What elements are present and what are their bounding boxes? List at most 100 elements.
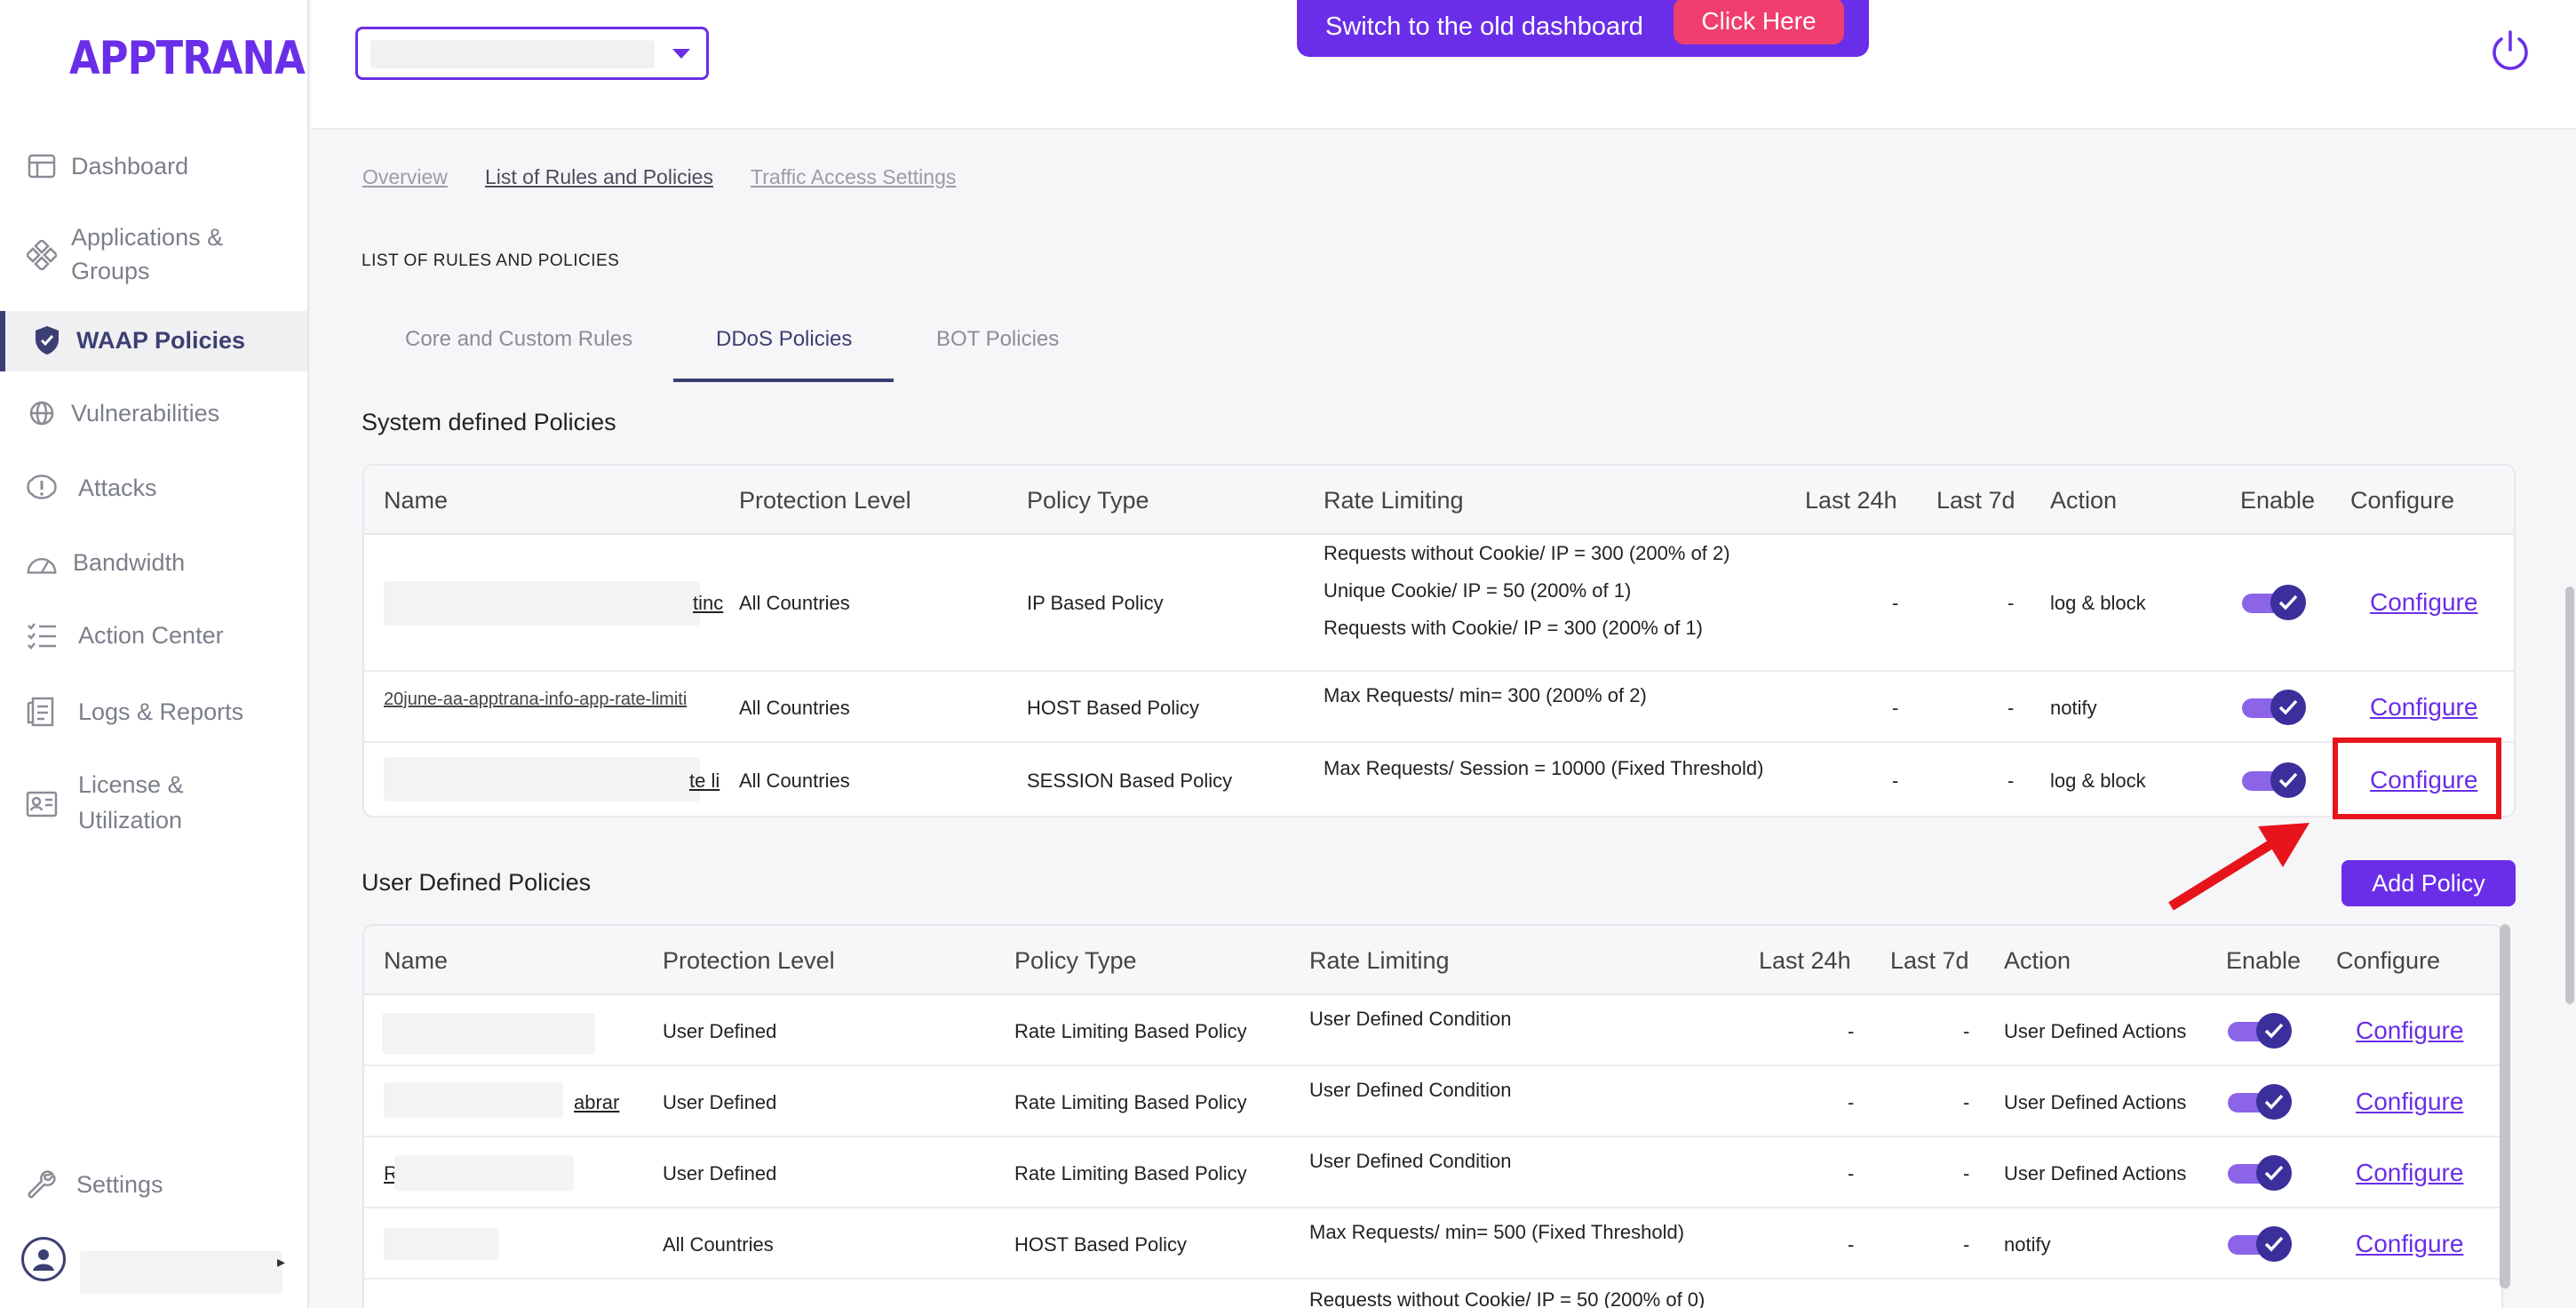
check-icon <box>2256 1226 2292 1262</box>
protection-level: User Defined <box>663 1162 777 1184</box>
last-24h: - <box>1848 1162 1855 1184</box>
column-header[interactable]: Last 7d <box>1936 487 2015 514</box>
column-header[interactable]: Rate Limiting <box>1324 487 1464 514</box>
enable-toggle[interactable] <box>2228 1013 2292 1049</box>
applications-icon <box>25 238 59 272</box>
avatar[interactable] <box>21 1237 66 1281</box>
active-tab-indicator <box>673 379 894 382</box>
policy-name-link[interactable]: te li <box>689 770 720 793</box>
column-header[interactable]: Name <box>384 947 448 975</box>
tab-bot-policies[interactable]: BOT Policies <box>936 327 1059 352</box>
selected-application-redacted <box>370 40 655 68</box>
bug-icon <box>25 396 59 430</box>
sidebar-item-action-center[interactable]: Action Center <box>0 618 307 652</box>
column-header[interactable]: Configure <box>2350 487 2454 514</box>
policy-name-link[interactable]: tinc <box>693 592 723 615</box>
policy-name-redacted <box>384 1228 499 1260</box>
configure-link[interactable]: Configure <box>2370 693 2477 722</box>
enable-toggle[interactable] <box>2228 1226 2292 1262</box>
sidebar-item-label: Vulnerabilities <box>71 400 220 427</box>
configure-link[interactable]: Configure <box>2356 1230 2463 1258</box>
app-root: APPTRANA Dashboard Applications & Groups… <box>0 0 2576 1308</box>
policy-type: Rate Limiting Based Policy <box>1014 1020 1247 1042</box>
configure-link[interactable]: Configure <box>2356 1159 2463 1187</box>
last-7d: - <box>2008 697 2015 719</box>
action: User Defined Actions <box>2004 1091 2187 1113</box>
column-header[interactable]: Policy Type <box>1014 947 1137 975</box>
action: notify <box>2050 697 2097 719</box>
sidebar-item-bandwidth[interactable]: Bandwidth <box>0 546 307 579</box>
add-policy-button[interactable]: Add Policy <box>2341 860 2516 906</box>
tab-core-custom-rules[interactable]: Core and Custom Rules <box>405 327 632 352</box>
rate-limit-line: Requests without Cookie/ IP = 300 (200% … <box>1324 542 1730 564</box>
sidebar-item-label-line2: Groups <box>71 258 150 284</box>
configure-link[interactable]: Configure <box>2370 588 2477 617</box>
alert-icon <box>25 471 59 505</box>
policy-name-link[interactable]: abrar <box>574 1091 619 1114</box>
caret-down-icon <box>672 49 690 59</box>
table-scrollbar[interactable] <box>2500 924 2510 1288</box>
table-row: abrar User Defined Rate Limiting Based P… <box>364 1066 2501 1137</box>
policy-type: Rate Limiting Based Policy <box>1014 1091 1247 1113</box>
rate-limit-line: Unique Cookie/ IP = 50 (200% of 1) <box>1324 579 1632 602</box>
sidebar-item-attacks[interactable]: Attacks <box>0 471 307 505</box>
sidebar-item-settings[interactable]: Settings <box>0 1168 307 1201</box>
sidebar-item-label-line2: Utilization <box>78 807 183 833</box>
last-24h: - <box>1892 592 1899 614</box>
rate-limit-line: Max Requests/ Session = 10000 (Fixed Thr… <box>1324 757 1764 779</box>
rate-limit-line: Max Requests/ min= 500 (Fixed Threshold) <box>1309 1221 1685 1243</box>
rate-limit-line: Max Requests/ min= 300 (200% of 2) <box>1324 684 1647 706</box>
license-icon <box>25 787 59 821</box>
policy-name-redacted <box>382 1013 595 1054</box>
link-overview[interactable]: Overview <box>362 165 448 189</box>
last-7d: - <box>1963 1091 1970 1113</box>
column-header[interactable]: Action <box>2050 487 2117 514</box>
column-header[interactable]: Enable <box>2226 947 2301 975</box>
user-policies-table: Name Protection Level Policy Type Rate L… <box>362 924 2503 1308</box>
column-header[interactable]: Last 24h <box>1805 487 1897 514</box>
link-traffic-access[interactable]: Traffic Access Settings <box>751 165 956 189</box>
document-icon <box>25 695 59 729</box>
tab-ddos-policies[interactable]: DDoS Policies <box>716 327 852 352</box>
column-header[interactable]: Enable <box>2240 487 2315 514</box>
column-header[interactable]: Rate Limiting <box>1309 947 1450 975</box>
column-header[interactable]: Configure <box>2336 947 2440 975</box>
enable-toggle[interactable] <box>2242 762 2306 798</box>
enable-toggle[interactable] <box>2228 1084 2292 1120</box>
page-scrollbar[interactable] <box>2565 586 2574 1004</box>
action: log & block <box>2050 592 2146 614</box>
sidebar-item-logs-reports[interactable]: Logs & Reports <box>0 695 307 729</box>
rate-limit-line: Requests with Cookie/ IP = 300 (200% of … <box>1324 617 1704 639</box>
sidebar-item-waap-policies[interactable]: WAAP Policies <box>0 311 307 371</box>
enable-toggle[interactable] <box>2242 690 2306 725</box>
sidebar-item-label: WAAP Policies <box>76 327 246 354</box>
action: User Defined Actions <box>2004 1162 2187 1184</box>
wrench-icon <box>25 1168 59 1201</box>
apptrana-logo[interactable]: APPTRANA <box>69 32 306 85</box>
policy-type: IP Based Policy <box>1027 592 1164 614</box>
column-header[interactable]: Protection Level <box>663 947 835 975</box>
column-header[interactable]: Policy Type <box>1027 487 1149 514</box>
link-list-of-rules[interactable]: List of Rules and Policies <box>485 165 713 189</box>
policy-name-link[interactable]: 20june-aa-apptrana-info-app-rate-limiti <box>384 690 687 710</box>
column-header[interactable]: Last 7d <box>1890 947 1969 975</box>
sidebar-item-license[interactable]: License & Utilization <box>0 768 307 839</box>
enable-toggle[interactable] <box>2242 585 2306 620</box>
column-header[interactable]: Action <box>2004 947 2071 975</box>
switch-dashboard-banner: Switch to the old dashboard Click Here <box>1297 0 1869 57</box>
sidebar-item-applications[interactable]: Applications & Groups <box>0 220 307 291</box>
configure-link[interactable]: Configure <box>2356 1088 2463 1116</box>
table-row: tinc All Countries IP Based Policy Reque… <box>364 535 2514 672</box>
power-icon[interactable] <box>2487 28 2533 75</box>
chevron-right-icon[interactable]: ▸ <box>277 1253 285 1272</box>
column-header[interactable]: Name <box>384 487 448 514</box>
application-select[interactable] <box>355 27 709 80</box>
configure-link[interactable]: Configure <box>2356 1017 2463 1045</box>
sidebar-item-vulnerabilities[interactable]: Vulnerabilities <box>0 396 307 430</box>
enable-toggle[interactable] <box>2228 1155 2292 1191</box>
sidebar-item-label: License & <box>78 771 184 798</box>
column-header[interactable]: Last 24h <box>1759 947 1851 975</box>
column-header[interactable]: Protection Level <box>739 487 911 514</box>
sidebar-item-dashboard[interactable]: Dashboard <box>0 149 307 183</box>
click-here-button[interactable]: Click Here <box>1674 0 1844 44</box>
